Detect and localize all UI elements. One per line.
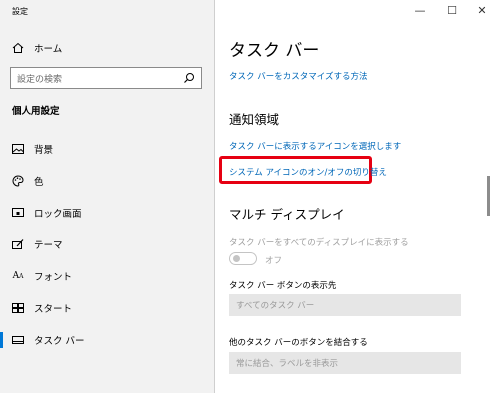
combine-buttons-value: 常に結合、ラベルを非表示 (236, 359, 339, 369)
notification-area-heading: 通知領域 (229, 112, 280, 127)
search-input[interactable]: 設定の検索 (10, 67, 202, 89)
combine-buttons-label: 他のタスク バーのボタンを結合する (229, 338, 368, 348)
sidebar-item-background[interactable]: 背景 (0, 134, 214, 164)
show-buttons-value: すべてのタスク バー (236, 301, 315, 311)
show-buttons-label: タスク バー ボタンの表示先 (229, 281, 337, 291)
sidebar-item-label: テーマ (34, 240, 63, 251)
sidebar-item-label: 色 (34, 177, 44, 188)
home-icon (12, 42, 24, 53)
sidebar-item-color[interactable]: 色 (0, 166, 214, 196)
sidebar-item-lock-screen[interactable]: ロック画面 (0, 198, 214, 228)
section-title: 個人用設定 (12, 106, 60, 117)
combine-buttons-dropdown[interactable]: 常に結合、ラベルを非表示 (229, 352, 461, 374)
multi-display-heading: マルチ ディスプレイ (229, 207, 345, 222)
home-nav-item[interactable]: ホーム (12, 40, 62, 56)
sidebar-item-label: タスク バー (34, 336, 85, 347)
show-buttons-dropdown[interactable]: すべてのタスク バー (229, 294, 461, 316)
close-button[interactable]: ✕ (462, 4, 500, 17)
sidebar-item-label: フォント (34, 272, 73, 283)
sidebar-item-theme[interactable]: テーマ (0, 229, 214, 259)
customize-taskbar-link[interactable]: タスク バーをカスタマイズする方法 (229, 70, 367, 82)
font-icon: AA (12, 271, 24, 281)
sidebar-item-label: ロック画面 (34, 209, 82, 220)
sidebar-item-label: スタート (34, 304, 73, 315)
search-placeholder: 設定の検索 (17, 74, 63, 85)
background-icon (11, 142, 25, 156)
start-icon (11, 301, 25, 315)
sidebar-item-label: 背景 (34, 145, 54, 156)
sidebar-item-taskbar[interactable]: タスク バー (0, 325, 214, 355)
page-title: タスク バー (229, 41, 320, 61)
sidebar-item-start[interactable]: スタート (0, 293, 214, 323)
taskbar-icon (11, 333, 25, 347)
system-icons-link[interactable]: システム アイコンのオン/オフの切り替え (229, 166, 387, 178)
show-on-all-displays-toggle[interactable] (229, 252, 257, 265)
toggle-knob (233, 255, 240, 262)
search-icon[interactable] (183, 72, 195, 84)
toggle-state-label: オフ (265, 256, 283, 266)
scrollbar-thumb[interactable] (487, 176, 490, 216)
theme-brush-icon (11, 237, 25, 251)
window-title: 設定 (12, 7, 28, 16)
sidebar-item-font[interactable]: AA フォント (0, 261, 214, 291)
sidebar: 設定 ホーム 設定の検索 個人用設定 背景 色 ロック画面 テーマ A A フォ… (0, 0, 214, 393)
show-on-all-displays-label: タスク バーをすべてのディスプレイに表示する (229, 238, 409, 248)
lock-screen-icon (11, 206, 25, 220)
color-palette-icon (11, 174, 25, 188)
home-label: ホーム (34, 44, 63, 55)
select-icons-link[interactable]: タスク バーに表示するアイコンを選択します (229, 140, 401, 152)
